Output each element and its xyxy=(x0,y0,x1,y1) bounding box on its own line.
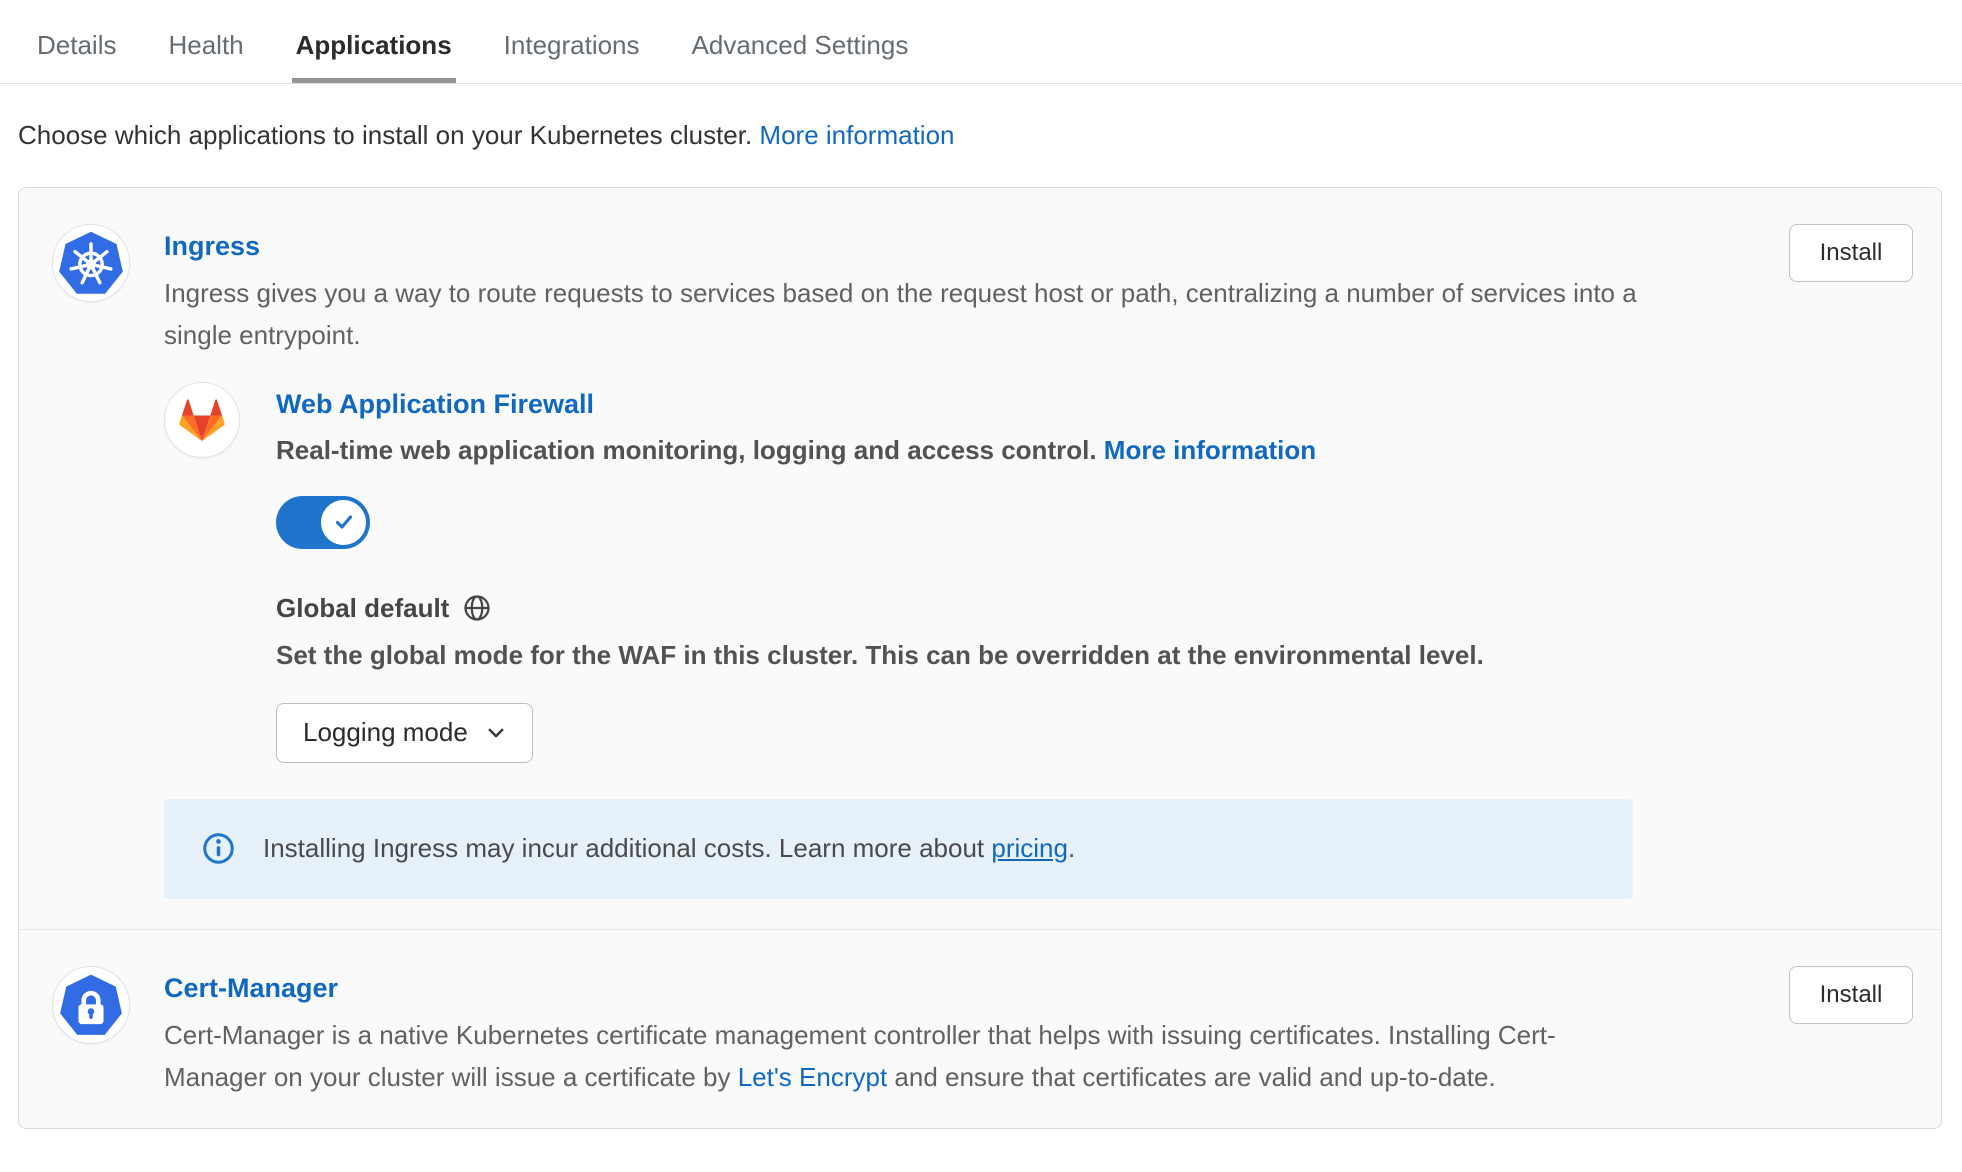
cert-manager-icon xyxy=(52,966,130,1044)
ingress-body: Ingress Ingress gives you a way to route… xyxy=(164,224,1789,899)
cert-manager-title[interactable]: Cert-Manager xyxy=(164,972,1789,1004)
toggle-knob xyxy=(321,500,366,545)
waf-body: Web Application Firewall Real-time web a… xyxy=(276,382,1484,762)
check-icon xyxy=(332,510,356,534)
more-information-link[interactable]: More information xyxy=(759,120,954,150)
waf-mode-help: Set the global mode for the WAF in this … xyxy=(276,640,1484,671)
intro-text: Choose which applications to install on … xyxy=(18,120,759,150)
applications-card: Ingress Ingress gives you a way to route… xyxy=(18,187,1942,1129)
cert-manager-install-button[interactable]: Install xyxy=(1789,966,1913,1024)
global-default-label: Global default xyxy=(276,593,1484,624)
tab-bar: Details Health Applications Integrations… xyxy=(0,0,1962,84)
kubernetes-icon xyxy=(52,224,130,302)
intro-line: Choose which applications to install on … xyxy=(18,120,1962,151)
tab-health[interactable]: Health xyxy=(164,30,247,83)
waf-mode-value: Logging mode xyxy=(303,717,468,748)
waf-title[interactable]: Web Application Firewall xyxy=(276,388,1484,420)
lets-encrypt-link[interactable]: Let's Encrypt xyxy=(738,1062,887,1092)
waf-mode-dropdown[interactable]: Logging mode xyxy=(276,703,533,763)
cert-manager-section: Cert-Manager Cert-Manager is a native Ku… xyxy=(19,930,1941,1128)
tab-integrations[interactable]: Integrations xyxy=(500,30,644,83)
info-alert: Installing Ingress may incur additional … xyxy=(164,799,1633,899)
alert-text: Installing Ingress may incur additional … xyxy=(263,833,1075,864)
globe-icon xyxy=(462,593,492,623)
tab-advanced-settings[interactable]: Advanced Settings xyxy=(688,30,913,83)
info-icon xyxy=(202,832,235,865)
gitlab-icon xyxy=(164,382,240,458)
tab-details[interactable]: Details xyxy=(33,30,120,83)
waf-more-information-link[interactable]: More information xyxy=(1104,435,1316,465)
waf-toggle[interactable] xyxy=(276,496,370,549)
ingress-title[interactable]: Ingress xyxy=(164,230,1789,262)
waf-description: Real-time web application monitoring, lo… xyxy=(276,435,1484,466)
cert-manager-description: Cert-Manager is a native Kubernetes cert… xyxy=(164,1014,1624,1098)
ingress-section: Ingress Ingress gives you a way to route… xyxy=(19,188,1941,929)
chevron-down-icon xyxy=(486,723,506,743)
waf-block: Web Application Firewall Real-time web a… xyxy=(164,382,1789,762)
pricing-link[interactable]: pricing xyxy=(991,833,1068,863)
cert-manager-body: Cert-Manager Cert-Manager is a native Ku… xyxy=(164,966,1789,1098)
ingress-description: Ingress gives you a way to route request… xyxy=(164,272,1664,356)
tab-applications[interactable]: Applications xyxy=(292,30,456,83)
ingress-install-button[interactable]: Install xyxy=(1789,224,1913,282)
